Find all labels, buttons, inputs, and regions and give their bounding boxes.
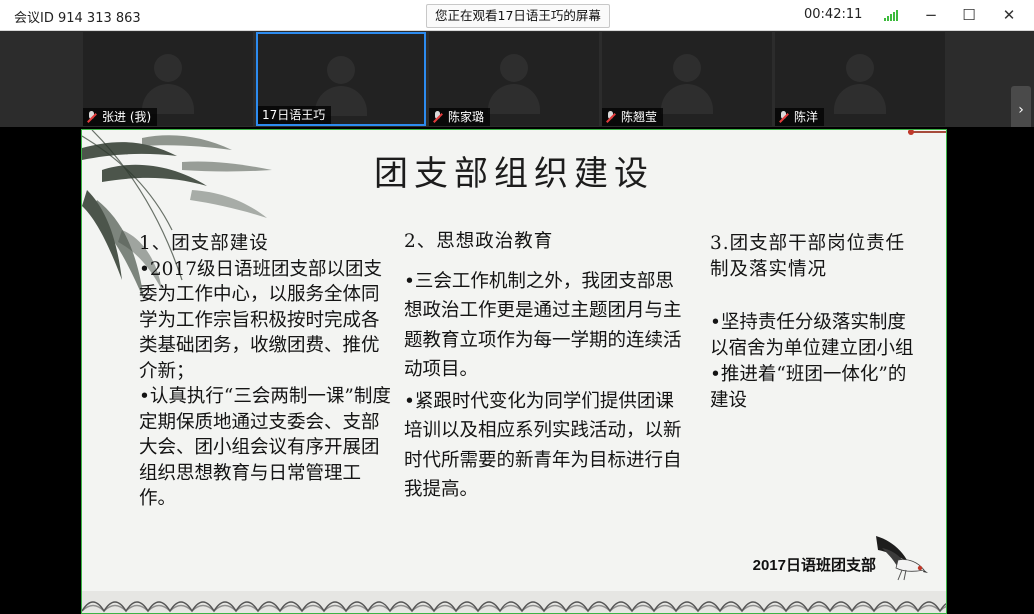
bullet-text: •紧跟时代变化为同学们提供团课培训以及相应系列实践活动，以新时代所需要的新青年为… xyxy=(404,390,682,501)
participant-tile[interactable]: 陈翘莹 xyxy=(602,32,772,126)
bullet-text: •坚持责任分级落实制度以宿舍为单位建立团小组 xyxy=(710,312,914,359)
mic-muted-icon xyxy=(433,111,442,122)
slide-title: 团支部组织建设 xyxy=(374,154,654,194)
participant-tile[interactable]: 张进 (我) xyxy=(83,32,253,126)
bullet-text: •三会工作机制之外，我团支部思想政治工作更是通过主题团月与主题教育立项作为每一学… xyxy=(404,270,682,381)
avatar xyxy=(673,54,701,82)
slide-footer: 2017日语班团支部 xyxy=(752,557,876,574)
bullet-text: •推进着“班团一体化”的建设 xyxy=(710,364,907,411)
signal-icon[interactable] xyxy=(884,10,900,21)
participant-tile-active[interactable]: 17日语王巧 xyxy=(256,32,426,126)
mic-muted-icon xyxy=(87,111,96,122)
bullet-text: •认真执行“三会两制一课”制度定期保质地通过支委会、支部大会、团小组会议有序开展… xyxy=(139,386,391,509)
wave-pattern-border xyxy=(82,591,946,613)
avatar xyxy=(154,54,182,82)
avatar-silhouette xyxy=(661,84,713,114)
bullet-text: •2017级日语班团支部以团支委为工作中心，以服务全体同学为工作宗旨积极按时完成… xyxy=(139,258,382,382)
participant-name-tag: 陈家璐 xyxy=(429,108,491,126)
annotation-slider[interactable] xyxy=(908,129,947,135)
close-button[interactable]: ✕ xyxy=(996,4,1022,26)
section-heading: 2、思想政治教育 xyxy=(404,231,554,252)
avatar-silhouette xyxy=(834,84,886,114)
minimize-button[interactable]: − xyxy=(918,4,944,26)
avatar-silhouette xyxy=(488,84,540,114)
meeting-timer: 00:42:11 xyxy=(804,7,863,22)
participant-name-tag: 张进 (我) xyxy=(83,108,158,126)
participant-name: 陈家璐 xyxy=(448,110,485,124)
shared-slide: 团支部组织建设 1、团支部建设 •2017级日语班团支部以团支委为工作中心，以服… xyxy=(81,129,947,614)
viewing-status-badge[interactable]: 您正在观看17日语王巧的屏幕 xyxy=(426,4,610,28)
section-responsibility-system: 3.团支部干部岗位责任制及落实情况 •坚持责任分级落实制度以宿舍为单位建立团小组… xyxy=(710,231,918,414)
participant-name: 陈洋 xyxy=(794,110,819,124)
participant-name: 陈翘莹 xyxy=(621,110,658,124)
mic-muted-icon xyxy=(606,111,615,122)
participant-name: 张进 (我) xyxy=(102,110,152,124)
shared-screen-area: 团支部组织建设 1、团支部建设 •2017级日语班团支部以团支委为工作中心，以服… xyxy=(0,127,1034,614)
participant-tile[interactable]: 陈家璐 xyxy=(429,32,599,126)
participant-tile[interactable]: 陈洋 xyxy=(775,32,945,126)
crane-bird-icon xyxy=(876,536,928,581)
mic-muted-icon xyxy=(779,111,788,122)
maximize-button[interactable]: ☐ xyxy=(956,4,982,26)
meeting-id[interactable]: 会议ID 914 313 863 xyxy=(14,7,141,26)
window-titlebar: 会议ID 914 313 863 您正在观看17日语王巧的屏幕 00:42:11… xyxy=(0,0,1034,31)
section-political-education: 2、思想政治教育 •三会工作机制之外，我团支部思想政治工作更是通过主题团月与主题… xyxy=(404,227,690,505)
avatar xyxy=(846,54,874,82)
section-heading: 1、团支部建设 xyxy=(139,233,269,254)
section-branch-building: 1、团支部建设 •2017级日语班团支部以团支委为工作中心，以服务全体同学为工作… xyxy=(139,231,392,512)
avatar xyxy=(500,54,528,82)
participant-name: 17日语王巧 xyxy=(262,108,326,122)
participant-video-strip: 张进 (我) 17日语王巧 陈家璐 陈翘莹 陈洋 › xyxy=(0,31,1034,134)
participant-name-tag: 陈洋 xyxy=(775,108,825,126)
section-heading: 3.团支部干部岗位责任制及落实情况 xyxy=(710,233,906,280)
participant-name-tag: 陈翘莹 xyxy=(602,108,664,126)
avatar xyxy=(327,56,355,84)
participant-name-tag: 17日语王巧 xyxy=(258,106,332,124)
